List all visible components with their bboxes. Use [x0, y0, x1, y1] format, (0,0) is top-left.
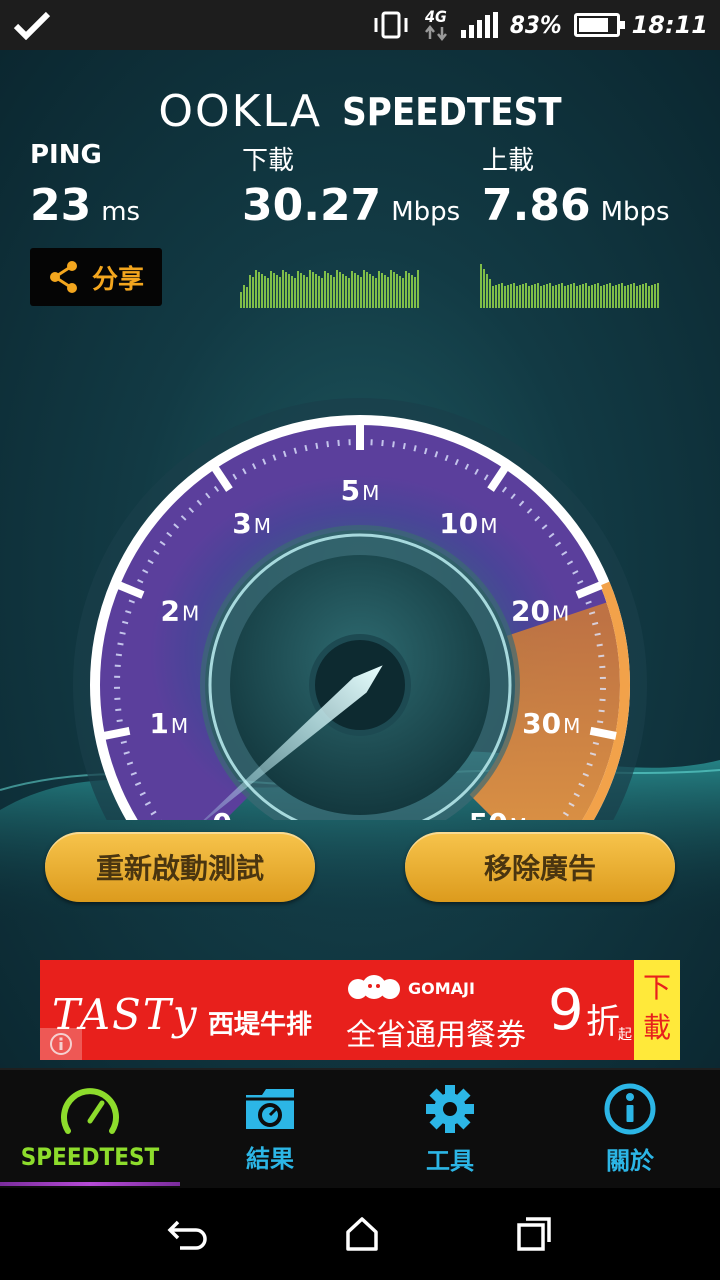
tab-tools-label: 工具	[426, 1146, 474, 1175]
tab-results[interactable]: 結果	[180, 1070, 360, 1188]
gear-icon	[426, 1084, 474, 1133]
ping-value: 23 ms	[30, 180, 140, 231]
speedometer-icon	[61, 1088, 119, 1134]
clock: 18:11	[631, 11, 708, 39]
signal-strength-icon	[460, 12, 498, 38]
upload-label: 上載	[482, 146, 535, 176]
checkmark-icon	[13, 11, 51, 40]
ping-unit: ms	[101, 197, 141, 227]
ping-label: PING	[30, 140, 102, 170]
gauge-tick-unit: M	[362, 481, 379, 505]
ad-discount-number: 9	[548, 978, 584, 1043]
ad-gomaji: GOMAJI	[346, 974, 475, 1002]
logo-speedtest: SPEEDTEST	[342, 89, 562, 134]
battery-percent: 83%	[509, 11, 562, 39]
vibrate-icon	[374, 11, 408, 39]
gauge-tick-unit: M	[254, 514, 271, 538]
upload-number: 7.86	[482, 180, 591, 231]
ookla-speedtest-logo: OOKLA SPEEDTEST	[0, 86, 720, 137]
share-icon	[49, 261, 77, 293]
gauge-tick-unit: M	[480, 514, 497, 538]
status-bar: 4G 83% 18:11	[0, 0, 720, 50]
download-unit: Mbps	[391, 197, 461, 227]
bottom-tab-bar: SPEEDTEST 結果 工具 關於	[0, 1068, 720, 1188]
ping-number: 23	[30, 180, 92, 231]
info-small-icon	[50, 1033, 72, 1055]
gauge-major-tick	[103, 726, 131, 740]
gauge-tick-unit: M	[552, 601, 569, 625]
gauge-major-tick	[589, 726, 617, 740]
ad-download-button[interactable]: 下載	[634, 960, 680, 1060]
gauge-tick-unit: M	[563, 714, 580, 738]
info-icon	[604, 1083, 656, 1134]
share-label: 分享	[91, 264, 144, 295]
ad-info-icon[interactable]	[40, 1028, 82, 1060]
gomaji-logo-icon	[348, 975, 400, 999]
battery-icon	[573, 13, 625, 37]
ad-gomaji-label: GOMAJI	[408, 978, 475, 998]
gauge-tick-unit: M	[510, 814, 527, 820]
ad-discount-word: 折	[586, 1002, 620, 1042]
system-nav-bar	[0, 1188, 720, 1280]
download-number: 30.27	[242, 180, 382, 231]
speedtest-screen: OOKLA SPEEDTEST PING 23 ms 下載 30.27 Mbps 上…	[0, 50, 720, 1068]
speed-gauge: 01M2M3M5M10M20M30M50M	[73, 398, 647, 820]
download-value: 30.27 Mbps	[242, 180, 460, 231]
data-arrows-icon	[424, 25, 447, 41]
tab-speedtest[interactable]: SPEEDTEST	[0, 1070, 180, 1188]
gauge-tick-unit: M	[182, 601, 199, 625]
home-icon[interactable]	[342, 1214, 382, 1254]
remove-ads-button[interactable]: 移除廣告	[405, 832, 675, 902]
network-type: 4G	[424, 7, 447, 26]
gauge-tick-unit: M	[171, 714, 188, 738]
share-button[interactable]: 分享	[30, 248, 162, 306]
tab-about[interactable]: 關於	[540, 1070, 720, 1188]
recents-icon[interactable]	[514, 1214, 554, 1254]
ad-copy: 全省通用餐券	[346, 1018, 526, 1053]
download-label: 下載	[242, 146, 295, 176]
tab-about-label: 關於	[606, 1146, 654, 1175]
ad-banner[interactable]: TASTy 西堤牛排 GOMAJI 全省通用餐券 9 折 起 下載	[40, 960, 680, 1060]
back-icon[interactable]	[166, 1214, 210, 1254]
ad-download-label: 下載	[643, 971, 672, 1044]
logo-ookla: OOKLA	[158, 86, 323, 137]
upload-value: 7.86 Mbps	[482, 180, 670, 231]
results-folder-icon	[246, 1088, 294, 1129]
upload-unit: Mbps	[600, 197, 670, 227]
tab-results-label: 結果	[246, 1144, 294, 1173]
restart-test-button[interactable]: 重新啟動測試	[45, 832, 315, 902]
tab-tools[interactable]: 工具	[360, 1070, 540, 1188]
ad-brand-chinese: 西堤牛排	[208, 1010, 313, 1040]
ad-discount-suffix: 起	[618, 1027, 632, 1043]
tab-speedtest-label: SPEEDTEST	[20, 1143, 160, 1171]
